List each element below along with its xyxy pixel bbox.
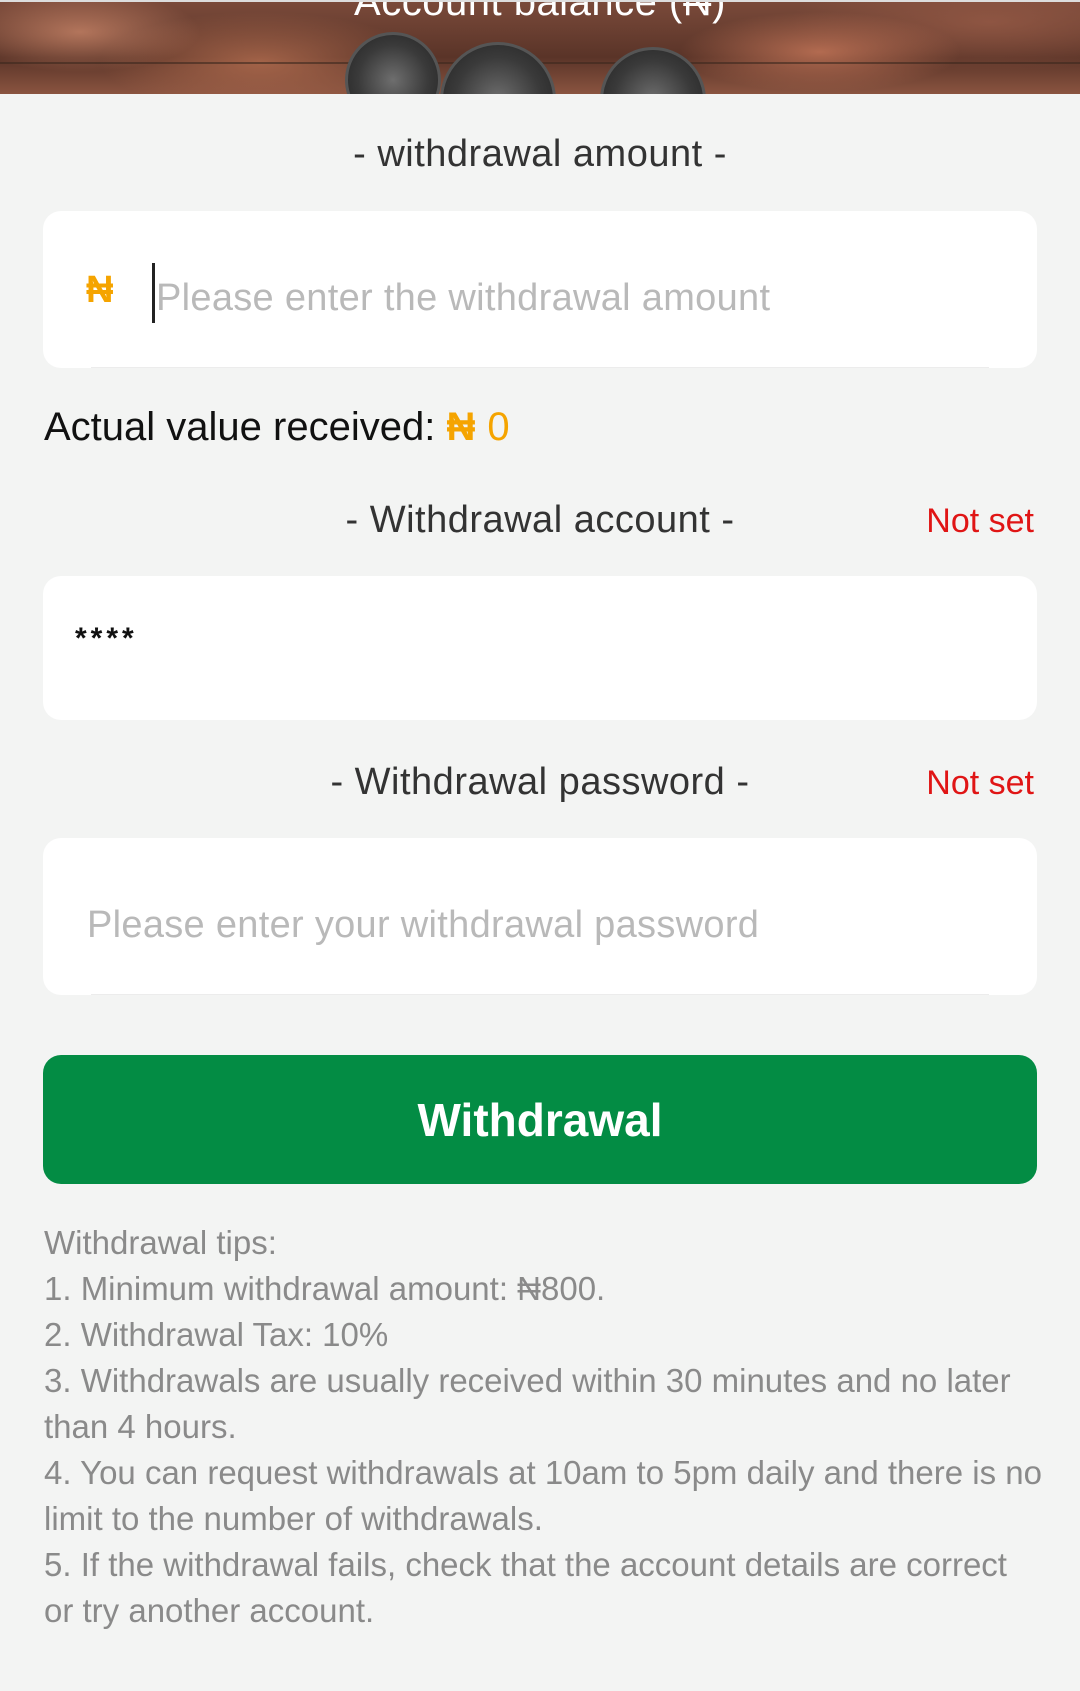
wheel-image [600, 47, 706, 94]
actual-value-amount: 0 [487, 405, 510, 449]
tip-item: 2. Withdrawal Tax: 10% [44, 1316, 389, 1353]
naira-currency-icon: ₦ [86, 269, 114, 311]
naira-currency-icon: ₦ [446, 405, 476, 449]
text-caret [152, 263, 155, 323]
withdrawal-tips: Withdrawal tips: 1. Minimum withdrawal a… [44, 1220, 1044, 1634]
withdrawal-account-title: - Withdrawal account - [345, 499, 735, 541]
tip-item: 5. If the withdrawal fails, check that t… [44, 1546, 1007, 1629]
withdrawal-amount-title: - withdrawal amount - [353, 133, 727, 175]
withdrawal-password-title: - Withdrawal password - [330, 761, 750, 803]
withdrawal-amount-field[interactable]: ₦ Please enter the withdrawal amount [43, 211, 1037, 368]
field-underline [91, 367, 989, 368]
actual-value-label: Actual value received: [44, 405, 447, 449]
wheel-image [345, 32, 441, 94]
withdrawal-password-status[interactable]: Not set [926, 764, 1034, 803]
actual-value-received: Actual value received: ₦ 0 [44, 405, 510, 450]
tip-item: 3. Withdrawals are usually received with… [44, 1362, 1011, 1445]
wheel-image [440, 42, 556, 94]
withdrawal-button[interactable]: Withdrawal [43, 1055, 1037, 1184]
account-balance-banner: Account balance (₦) [0, 0, 1080, 94]
tip-item: 4. You can request withdrawals at 10am t… [44, 1454, 1042, 1537]
masked-account-number: **** [75, 622, 138, 655]
withdrawal-amount-placeholder: Please enter the withdrawal amount [156, 277, 771, 319]
tip-item: 1. Minimum withdrawal amount: ₦800. [44, 1270, 606, 1307]
withdrawal-password-placeholder: Please enter your withdrawal password [87, 904, 760, 946]
field-underline [91, 994, 989, 995]
withdrawal-account-field[interactable]: **** [43, 576, 1037, 720]
tips-heading: Withdrawal tips: [44, 1224, 277, 1261]
banner-title: Account balance (₦) [354, 0, 726, 24]
withdrawal-password-field[interactable]: Please enter your withdrawal password [43, 838, 1037, 995]
withdrawal-account-status[interactable]: Not set [926, 502, 1034, 541]
